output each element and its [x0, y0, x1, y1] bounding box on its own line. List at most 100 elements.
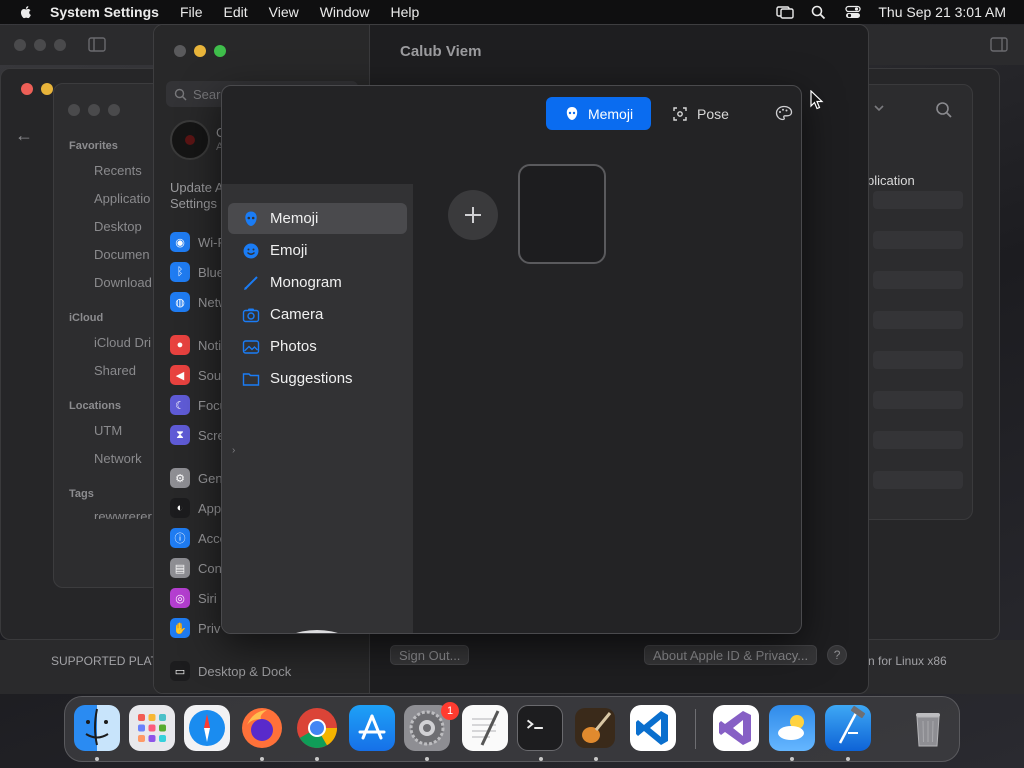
- settings-window-controls: [174, 45, 226, 57]
- close-button[interactable]: [14, 39, 26, 51]
- right-window-row: [873, 391, 963, 409]
- sidebar-item-control-center[interactable]: ▤ Con: [170, 558, 222, 578]
- menu-bar-clock[interactable]: Thu Sep 21 3:01 AM: [878, 4, 1006, 20]
- search-icon[interactable]: [935, 101, 953, 119]
- safari-icon: [189, 710, 225, 746]
- sign-out-button[interactable]: Sign Out...: [390, 645, 470, 665]
- sidebar-item-desktop-dock[interactable]: ▭ Desktop & Dock: [170, 661, 291, 681]
- sidebar-item-network[interactable]: ◍ Netw: [170, 292, 228, 312]
- dock-app-store[interactable]: [349, 705, 395, 751]
- dock-trash[interactable]: [905, 705, 951, 751]
- dock-launchpad[interactable]: [129, 705, 175, 751]
- sidebar-right-toggle-icon[interactable]: [990, 37, 1008, 52]
- sidebar-item-focus[interactable]: ☾ Focu: [170, 395, 227, 415]
- close-button[interactable]: [174, 45, 186, 57]
- add-memoji-button[interactable]: [448, 190, 498, 240]
- running-indicator: [315, 757, 319, 761]
- dock-visual-studio[interactable]: [713, 705, 759, 751]
- chevron-down-icon[interactable]: [873, 103, 885, 113]
- dock-terminal[interactable]: [517, 705, 563, 751]
- dock-garageband[interactable]: [572, 705, 618, 751]
- minimize-button[interactable]: [41, 83, 53, 95]
- dock-weather[interactable]: [769, 705, 815, 751]
- back-arrow-icon[interactable]: ←: [15, 125, 33, 146]
- search-placeholder: Sear: [193, 86, 221, 102]
- update-notice[interactable]: Update A Settings: [170, 180, 224, 212]
- segment-memoji-label: Memoji: [587, 105, 634, 122]
- sidebar-item-applications[interactable]: Applicatio: [94, 191, 150, 206]
- segment-memoji[interactable]: Memoji: [546, 97, 651, 130]
- sidebar-item-general[interactable]: ⚙ Gen: [170, 468, 223, 488]
- sidebar-item-icloud-drive[interactable]: iCloud Dri: [94, 335, 151, 350]
- picker-category-label: Emoji: [270, 242, 308, 259]
- launchpad-icon: [138, 714, 166, 742]
- sidebar-item-bluetooth[interactable]: ᛒ Blue: [170, 262, 224, 282]
- zoom-button[interactable]: [108, 104, 120, 116]
- menu-bar: System Settings File Edit View Window He…: [0, 0, 1024, 24]
- palette-icon[interactable]: [775, 105, 793, 121]
- dock-chrome[interactable]: [294, 705, 340, 751]
- sidebar-item-utm[interactable]: UTM: [94, 423, 122, 438]
- apple-menu-icon[interactable]: [18, 4, 34, 20]
- picker-category-memoji[interactable]: Memoji: [228, 203, 407, 234]
- zoom-button[interactable]: [214, 45, 226, 57]
- sidebar-item-network[interactable]: Network: [94, 451, 142, 466]
- sidebar-item-privacy[interactable]: ✋ Priv: [170, 618, 220, 638]
- minimize-button[interactable]: [88, 104, 100, 116]
- zoom-button[interactable]: [54, 39, 66, 51]
- menu-window[interactable]: Window: [320, 4, 370, 20]
- sidebar-item-screen-time[interactable]: ⧗ Scre: [170, 425, 225, 445]
- notification-badge: 1: [441, 702, 459, 720]
- settings-footer-left: Sign Out...: [390, 645, 470, 665]
- chevron-right-icon[interactable]: ›: [232, 445, 235, 456]
- menu-help[interactable]: Help: [391, 4, 420, 20]
- memoji-slot[interactable]: [518, 164, 606, 264]
- sidebar-item-recents[interactable]: Recents: [94, 163, 142, 178]
- menu-edit[interactable]: Edit: [224, 4, 248, 20]
- sidebar-item-accessibility[interactable]: ⓘ Acce: [170, 528, 227, 548]
- sidebar-item-wifi[interactable]: ◉ Wi-F: [170, 232, 225, 252]
- close-button[interactable]: [68, 104, 80, 116]
- dock-firefox[interactable]: [239, 705, 285, 751]
- sidebar-item-desktop[interactable]: Desktop: [94, 219, 142, 234]
- update-notice-line1: Update A: [170, 180, 224, 195]
- avatar[interactable]: [170, 120, 210, 160]
- picker-category-photos[interactable]: Photos: [228, 331, 407, 362]
- control-center-icon[interactable]: [844, 4, 862, 20]
- wifi-icon: ◉: [170, 232, 190, 252]
- dock-textedit[interactable]: [462, 705, 508, 751]
- spotlight-search-icon[interactable]: [810, 4, 828, 20]
- dock-vscode[interactable]: [630, 705, 676, 751]
- sidebar-section-favorites: Favorites: [69, 140, 118, 152]
- dock-xcode[interactable]: [825, 705, 871, 751]
- screen-mirroring-icon[interactable]: [776, 4, 795, 20]
- sidebar-item-downloads[interactable]: Download: [94, 275, 152, 290]
- sidebar-toggle-icon[interactable]: [88, 37, 106, 52]
- sidebar-item-shared[interactable]: Shared: [94, 363, 136, 378]
- sidebar-item-label: Desktop & Dock: [198, 663, 292, 679]
- sidebar-item-documents[interactable]: Documen: [94, 247, 150, 262]
- pose-icon: [673, 106, 687, 121]
- help-button[interactable]: ?: [827, 645, 848, 665]
- about-privacy-button[interactable]: About Apple ID & Privacy...: [644, 645, 818, 665]
- sidebar-item-sound[interactable]: ◀ Sou: [170, 365, 221, 385]
- right-window-row: [873, 351, 963, 369]
- privacy-icon: ✋: [170, 618, 190, 638]
- app-menu[interactable]: System Settings: [50, 4, 159, 20]
- picker-category-emoji[interactable]: Emoji: [228, 235, 407, 266]
- menu-view[interactable]: View: [269, 4, 299, 20]
- menu-file[interactable]: File: [180, 4, 203, 20]
- close-button[interactable]: [21, 83, 33, 95]
- sidebar-item-siri[interactable]: ◎ Siri: [170, 588, 217, 608]
- segment-pose[interactable]: Pose: [672, 97, 742, 130]
- picker-category-suggestions[interactable]: Suggestions: [228, 363, 407, 394]
- minimize-button[interactable]: [194, 45, 206, 57]
- dock-safari[interactable]: [184, 705, 230, 751]
- sidebar-item-tag[interactable]: rewwrerer: [94, 509, 152, 519]
- sidebar-item-notifications[interactable]: ● Noti: [170, 335, 221, 355]
- minimize-button[interactable]: [34, 39, 46, 51]
- picker-category-monogram[interactable]: Monogram: [228, 267, 407, 298]
- picker-category-camera[interactable]: Camera: [228, 299, 407, 330]
- dock-finder[interactable]: [74, 705, 120, 751]
- sidebar-item-appearance[interactable]: ◐ App: [170, 498, 221, 518]
